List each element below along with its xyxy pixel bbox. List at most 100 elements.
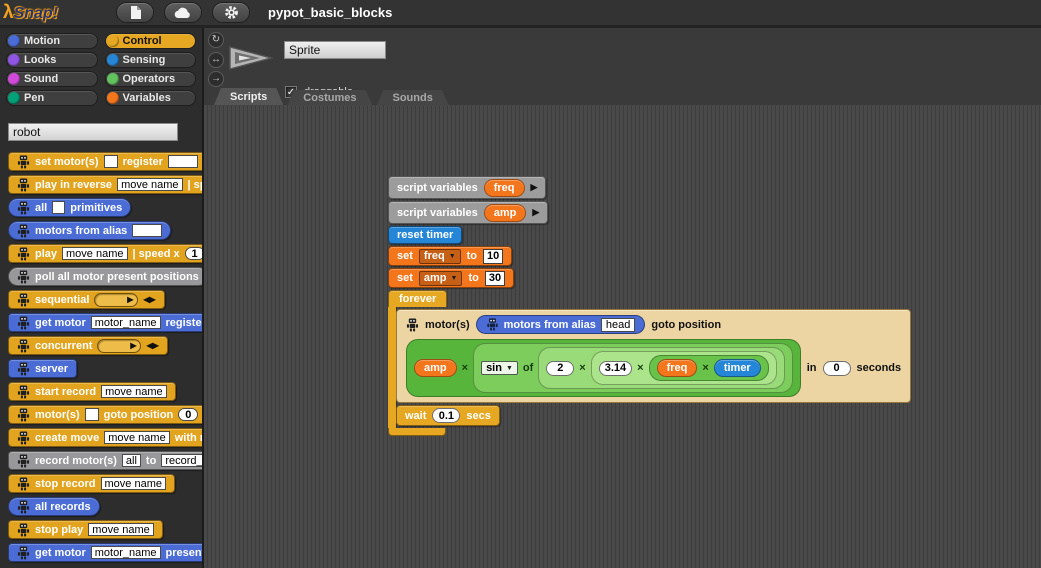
palette-block[interactable]: motors from alias: [8, 221, 171, 240]
block-label: set motor(s): [35, 156, 99, 168]
play-arrow-icon: ▶: [130, 341, 136, 350]
block-label: seconds: [857, 362, 902, 374]
palette-block[interactable]: set motor(s)registerto: [8, 152, 204, 171]
sprite-name-input[interactable]: [284, 41, 386, 59]
expand-arrow-icon[interactable]: ▶: [532, 207, 539, 218]
scripts-canvas[interactable]: script variables freq ▶ script variables…: [204, 105, 1041, 568]
set-freq-block[interactable]: set freq ▼ to 10: [388, 246, 512, 266]
expand-arrow-icon[interactable]: ▶: [531, 182, 538, 193]
category-operators[interactable]: Operators: [105, 71, 197, 87]
robot-icon: [406, 318, 419, 332]
multiply-block[interactable]: freq × timer: [649, 355, 769, 381]
block-cslot: ▶: [97, 339, 141, 353]
block-label: play: [35, 248, 57, 260]
times-operator: ×: [462, 362, 468, 374]
palette-block[interactable]: all records: [8, 497, 100, 516]
snap-logo[interactable]: λSnap!: [3, 2, 58, 24]
robot-icon: [17, 546, 30, 560]
palette-block[interactable]: play in reversemove name| speed x1: [8, 175, 204, 194]
block-label: motors from alias: [35, 225, 127, 237]
rotate-freely-button[interactable]: ↻: [208, 32, 224, 48]
multiply-block[interactable]: 3.14 × freq × timer: [591, 351, 777, 385]
variable-oval-freq[interactable]: freq: [657, 359, 698, 377]
palette-block[interactable]: stop record move name: [8, 474, 175, 493]
block-input: [168, 155, 198, 168]
wait-block[interactable]: wait 0.1 secs: [396, 405, 500, 426]
palette-block[interactable]: stop playmove name: [8, 520, 163, 539]
block-label: reset timer: [397, 229, 453, 241]
category-label: Pen: [24, 92, 44, 104]
cloud-menu-button[interactable]: [164, 2, 202, 23]
category-looks[interactable]: Looks: [6, 52, 98, 68]
variable-dropdown[interactable]: amp ▼: [419, 271, 463, 286]
palette-block[interactable]: get motormotor_namepresent position: [8, 543, 204, 562]
block-label: goto position: [651, 319, 721, 331]
block-label: motor(s): [425, 319, 470, 331]
tab-sounds[interactable]: Sounds: [376, 90, 448, 105]
variable-oval-amp[interactable]: amp: [414, 359, 457, 377]
variable-oval-amp[interactable]: amp: [484, 204, 527, 222]
script-variables-block[interactable]: script variables freq ▶: [388, 176, 546, 199]
robot-icon: [17, 500, 30, 514]
variable-oval-freq[interactable]: freq: [484, 179, 525, 197]
tab-costumes[interactable]: Costumes: [287, 90, 372, 105]
palette-block[interactable]: playmove name| speed x1: [8, 244, 204, 263]
block-label: all: [35, 202, 47, 214]
category-pen[interactable]: Pen: [6, 90, 98, 106]
palette-block[interactable]: concurrent▶◀▶: [8, 336, 168, 355]
palette-block[interactable]: create movemove namewith motors: [8, 428, 204, 447]
palette-block[interactable]: poll all motor present positions: [8, 267, 204, 286]
forever-header[interactable]: forever: [388, 290, 447, 307]
block-label: set: [397, 250, 413, 262]
settings-menu-button[interactable]: [212, 2, 250, 23]
value-input[interactable]: 30: [485, 271, 505, 286]
function-dropdown[interactable]: sin ▼: [481, 361, 518, 375]
wait-input[interactable]: 0.1: [432, 408, 460, 423]
tab-scripts[interactable]: Scripts: [214, 88, 283, 105]
multiply-block[interactable]: amp × sin ▼ of: [406, 339, 801, 397]
alias-input[interactable]: head: [601, 318, 635, 332]
sin-of-block[interactable]: sin ▼ of 2 ×: [473, 343, 793, 393]
motors-from-alias-reporter[interactable]: motors from alias head: [476, 315, 646, 334]
category-motion[interactable]: Motion: [6, 33, 98, 49]
robot-icon: [17, 431, 30, 445]
set-amp-block[interactable]: set amp ▼ to 30: [388, 268, 514, 288]
timer-reporter[interactable]: timer: [714, 359, 761, 377]
category-sound[interactable]: Sound: [6, 71, 98, 87]
block-input: [132, 224, 162, 237]
block-label: sequential: [35, 294, 89, 306]
dropdown-value: amp: [424, 272, 447, 284]
multiply-block[interactable]: 2 × 3.14 × freq: [538, 347, 784, 389]
value-input[interactable]: 10: [483, 249, 503, 264]
palette-block[interactable]: record motor(s)alltorecord_filename: [8, 451, 204, 470]
number-input[interactable]: 2: [546, 361, 574, 376]
block-input: move name: [88, 523, 153, 536]
block-label: stop record: [35, 478, 96, 490]
project-menu-button[interactable]: [116, 2, 154, 23]
flip-only-button[interactable]: ↔: [208, 52, 224, 68]
dont-rotate-button[interactable]: →: [208, 71, 224, 87]
block-input-oval: 0: [178, 408, 198, 421]
category-label: Operators: [123, 73, 176, 85]
palette-block[interactable]: get motormotor_nameregister: [8, 313, 204, 332]
category-control[interactable]: Control: [105, 33, 197, 49]
number-input[interactable]: 3.14: [599, 361, 632, 376]
robot-icon: [17, 293, 30, 307]
palette-block[interactable]: motor(s)goto position0in0: [8, 405, 204, 424]
script-variables-block[interactable]: script variables amp ▶: [388, 201, 548, 224]
variable-dropdown[interactable]: freq ▼: [419, 249, 461, 264]
palette-block[interactable]: sequential▶◀▶: [8, 290, 165, 309]
category-variables[interactable]: Variables: [105, 90, 197, 106]
block-input: move name: [62, 247, 127, 260]
forever-block[interactable]: forever: [388, 290, 911, 436]
block-input: move name: [101, 477, 166, 490]
search-input[interactable]: [8, 123, 178, 141]
palette-block[interactable]: server: [8, 359, 77, 378]
motors-goto-position-block[interactable]: motor(s): [396, 309, 911, 403]
palette-block[interactable]: start recordmove name: [8, 382, 176, 401]
palette-block[interactable]: all primitives: [8, 198, 131, 217]
reset-timer-block[interactable]: reset timer: [388, 226, 462, 244]
block-label: primitives: [70, 202, 122, 214]
duration-input[interactable]: 0: [823, 361, 851, 376]
category-sensing[interactable]: Sensing: [105, 52, 197, 68]
